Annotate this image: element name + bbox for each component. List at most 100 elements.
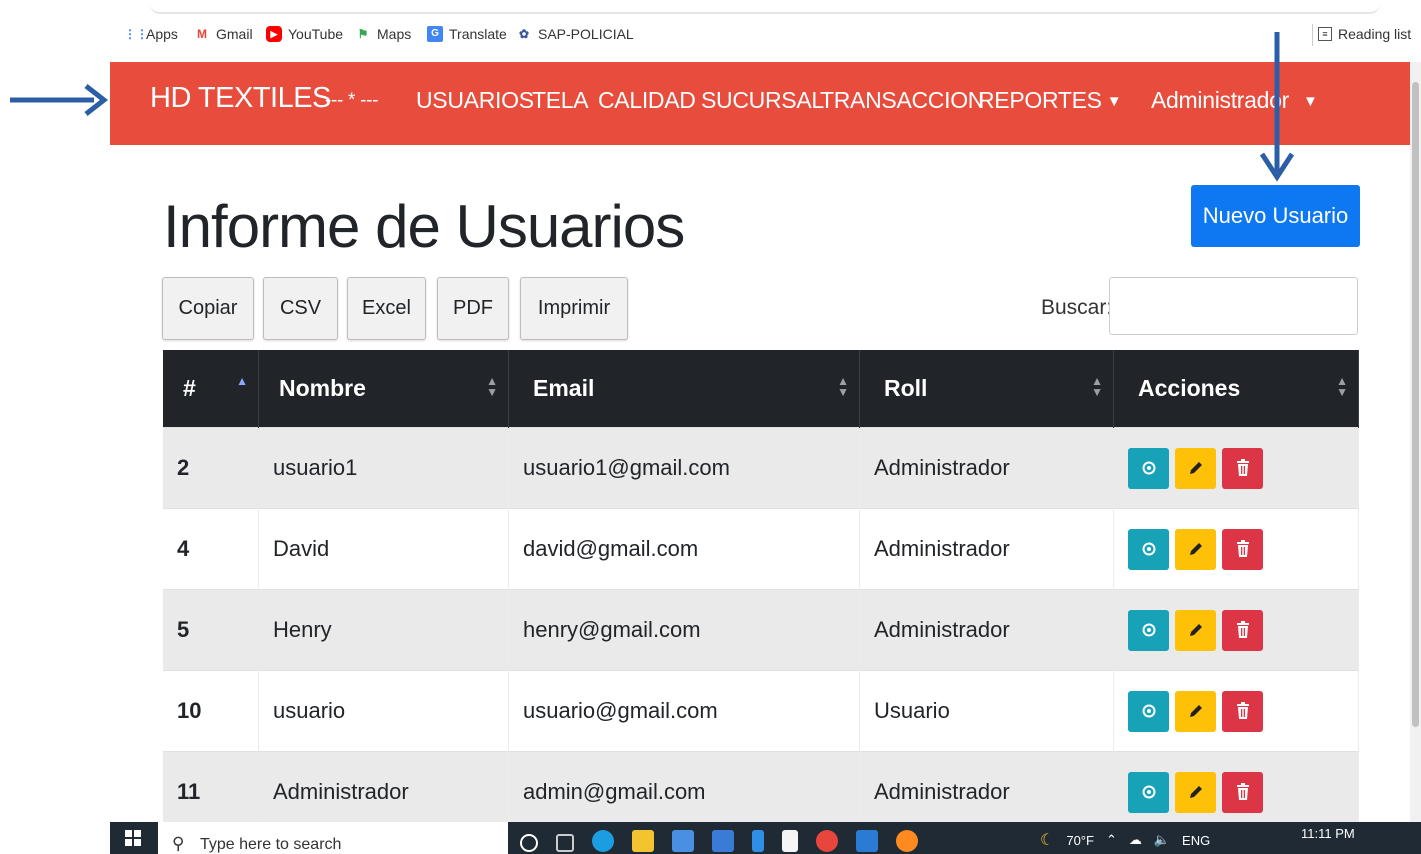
delete-button[interactable]	[1222, 690, 1263, 732]
navbar-brand[interactable]: HD TEXTILES	[150, 82, 331, 115]
translate-icon: G	[427, 26, 443, 42]
column-header-label: Roll	[884, 375, 928, 401]
mail-icon[interactable]	[712, 830, 734, 852]
task-view-icon[interactable]	[556, 834, 574, 852]
edit-button[interactable]	[1175, 771, 1216, 813]
vscode-icon[interactable]	[856, 830, 878, 852]
nav-item-reportes[interactable]: REPORTES ▼	[978, 87, 1122, 114]
column-header-id[interactable]: # ▲	[163, 350, 259, 428]
copy-button[interactable]: Copiar	[162, 277, 254, 340]
csv-button[interactable]: CSV	[263, 277, 338, 340]
taskbar-clock[interactable]: 11:11 PM	[1301, 826, 1355, 841]
reading-list-icon: ≡	[1318, 27, 1332, 41]
store-icon[interactable]	[672, 830, 694, 852]
cell-name: Administrador	[258, 751, 509, 832]
column-header-label: Email	[533, 375, 595, 401]
nav-item-calidad[interactable]: CALIDAD	[598, 87, 696, 114]
cell-id: 5	[163, 589, 259, 671]
trash-icon	[1236, 783, 1249, 800]
chrome-icon[interactable]	[816, 830, 838, 852]
delete-button[interactable]	[1222, 771, 1263, 813]
trash-icon	[1236, 621, 1249, 638]
view-button[interactable]	[1128, 609, 1169, 651]
pdf-button[interactable]: PDF	[437, 277, 509, 340]
nav-item-sucursal[interactable]: SUCURSAL	[701, 87, 824, 114]
gmail-icon: M	[197, 27, 207, 41]
cortana-icon[interactable]	[520, 834, 538, 852]
windows-logo-icon	[125, 830, 141, 846]
pencil-icon	[1189, 786, 1202, 798]
trash-icon	[1236, 459, 1249, 476]
search-label: Buscar:	[1041, 296, 1113, 319]
nav-item-usuarios[interactable]: USUARIOS	[416, 87, 534, 114]
weather-temp[interactable]: 70°F	[1066, 833, 1094, 848]
cell-id: 10	[163, 670, 259, 752]
taskbar-search-placeholder: Type here to search	[200, 836, 342, 853]
nav-item-transaccion[interactable]: TRANSACCION	[820, 87, 984, 114]
chevron-up-icon[interactable]: ⌃	[1106, 832, 1117, 848]
file-explorer-icon[interactable]	[632, 830, 654, 852]
page-title: Informe de Usuarios	[163, 193, 685, 260]
view-button[interactable]	[1128, 447, 1169, 489]
cell-role: Administrador	[859, 751, 1114, 832]
network-icon[interactable]: ☁	[1129, 832, 1142, 848]
reading-list[interactable]: ≡ Reading list	[1312, 24, 1411, 46]
table-header-row: # ▲ Nombre ▲ ▼ Email ▲ ▼ Roll ▲ ▼ Acciones …	[163, 350, 1359, 428]
column-header-label: Nombre	[279, 375, 366, 401]
edit-button[interactable]	[1175, 447, 1216, 489]
bookmark-gmail[interactable]: M Gmail	[194, 26, 253, 42]
view-button[interactable]	[1128, 690, 1169, 732]
nav-user-dropdown[interactable]: Administrador ▼	[1151, 87, 1318, 114]
pencil-icon	[1189, 543, 1202, 555]
sap-icon: ✿	[518, 27, 530, 41]
view-button[interactable]	[1128, 528, 1169, 570]
cell-role: Administrador	[859, 508, 1114, 590]
delete-button[interactable]	[1222, 609, 1263, 651]
eye-icon	[1142, 542, 1155, 556]
bookmark-sap-policial[interactable]: ✿ SAP-POLICIAL	[516, 26, 634, 42]
table-row: 11 Administrador admin@gmail.com Adminis…	[163, 751, 1359, 832]
bookmark-maps[interactable]: ⚑ Maps	[355, 26, 412, 42]
excel-button[interactable]: Excel	[347, 277, 426, 340]
edit-button[interactable]	[1175, 528, 1216, 570]
delete-button[interactable]	[1222, 528, 1263, 570]
edge-icon[interactable]	[592, 830, 614, 852]
print-button[interactable]: Imprimir	[520, 277, 628, 340]
taskbar-search-box[interactable]: ⚲ Type here to search	[158, 822, 508, 854]
cell-email: henry@gmail.com	[508, 589, 860, 671]
volume-icon[interactable]: 🔈	[1154, 832, 1170, 848]
cell-actions	[1113, 589, 1359, 671]
document-icon[interactable]	[782, 830, 798, 852]
cell-role: Usuario	[859, 670, 1114, 752]
sort-icon: ▲ ▼	[1336, 374, 1348, 399]
nav-item-separator[interactable]: --- * ---	[325, 90, 379, 112]
search-input[interactable]	[1109, 277, 1358, 335]
edit-button[interactable]	[1175, 690, 1216, 732]
column-header-role[interactable]: Roll ▲ ▼	[859, 350, 1114, 428]
new-user-button[interactable]: Nuevo Usuario	[1191, 185, 1360, 247]
firefox-icon[interactable]	[896, 830, 918, 852]
bookmark-apps[interactable]: ⋮⋮ Apps	[124, 26, 178, 42]
column-header-actions[interactable]: Acciones ▲ ▼	[1113, 350, 1359, 428]
annotation-arrow-right-icon	[10, 84, 109, 116]
scrollbar-thumb[interactable]	[1412, 82, 1419, 727]
language-indicator[interactable]: ENG	[1182, 833, 1210, 848]
trash-icon	[1236, 702, 1249, 719]
column-header-email[interactable]: Email ▲ ▼	[508, 350, 860, 428]
bookmark-translate[interactable]: G Translate	[427, 26, 507, 42]
table-row: 2 usuario1 usuario1@gmail.com Administra…	[163, 427, 1359, 509]
caret-down-icon: ▼	[1303, 93, 1318, 111]
delete-button[interactable]	[1222, 447, 1263, 489]
table-row: 4 David david@gmail.com Administrador	[163, 508, 1359, 590]
page-scrollbar[interactable]	[1410, 62, 1421, 822]
nav-item-tela[interactable]: TELA	[532, 87, 589, 114]
column-header-name[interactable]: Nombre ▲ ▼	[258, 350, 509, 428]
start-button[interactable]	[110, 822, 156, 854]
edit-button[interactable]	[1175, 609, 1216, 651]
bookmark-label: YouTube	[288, 26, 344, 42]
youtube-icon: ▶	[266, 26, 282, 42]
phone-icon[interactable]	[752, 830, 764, 852]
bookmark-youtube[interactable]: ▶ YouTube	[266, 26, 343, 42]
bookmark-label: Apps	[146, 26, 178, 42]
view-button[interactable]	[1128, 771, 1169, 813]
